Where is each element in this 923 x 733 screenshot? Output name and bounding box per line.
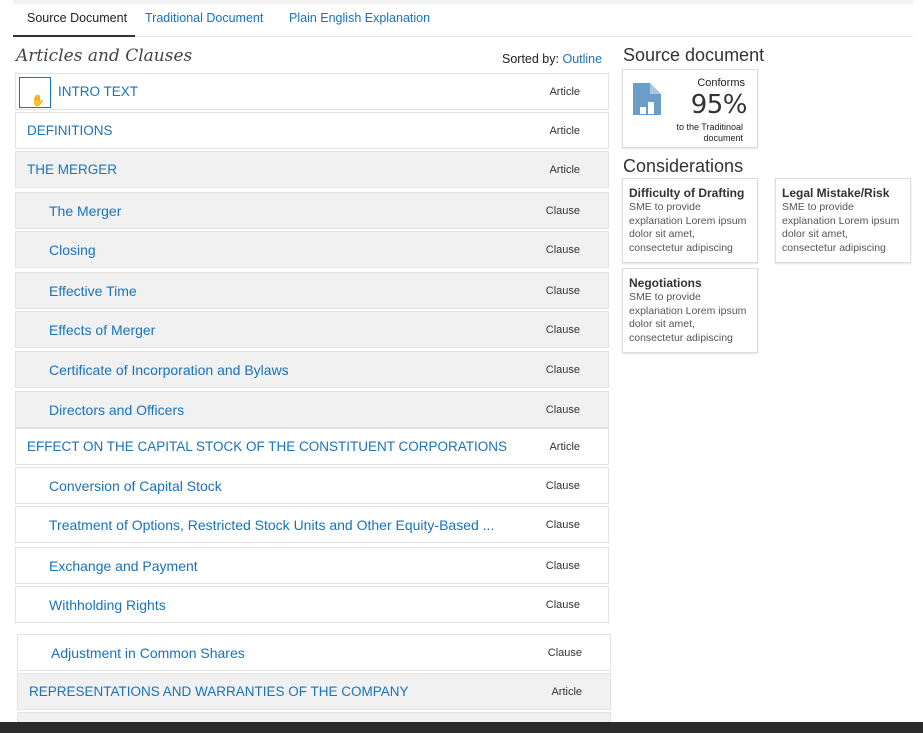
row-type: Clause [545, 403, 580, 416]
consideration-text: SME to provide explanation Lorem ipsum d… [629, 291, 747, 344]
sort-label: Sorted by: [502, 52, 559, 66]
row-label[interactable]: Adjustment in Common Shares [51, 635, 245, 670]
sort-outline-link[interactable]: Outline [562, 52, 602, 66]
conformance-card: Conforms 95% to the Traditinoal document [622, 69, 758, 148]
consideration-title: Negotiations [629, 276, 702, 290]
row-label[interactable]: Conversion of Capital Stock [49, 468, 222, 503]
row-exchange-payment[interactable]: Exchange and Payment Clause [15, 547, 609, 584]
document-chart-icon [633, 83, 661, 115]
row-effect-capital-stock[interactable]: EFFECT ON THE CAPITAL STOCK OF THE CONST… [15, 428, 609, 465]
consideration-text: SME to provide explanation Lorem ipsum d… [782, 201, 900, 254]
conforms-percentage: 95% [690, 90, 748, 120]
row-conversion-capital-stock[interactable]: Conversion of Capital Stock Clause [15, 467, 609, 504]
sort-control: Sorted by: Outline [502, 52, 602, 66]
consideration-card-negotiations: Negotiations SME to provide explanation … [622, 268, 758, 353]
tab-traditional-document[interactable]: Traditional Document [145, 11, 263, 25]
bottom-bar [0, 722, 923, 733]
active-tab-indicator [13, 35, 135, 37]
row-the-merger-clause[interactable]: The Merger Clause [15, 192, 609, 229]
row-treatment-options[interactable]: Treatment of Options, Restricted Stock U… [15, 506, 609, 543]
considerations-title: Considerations [623, 156, 744, 176]
row-definitions[interactable]: DEFINITIONS Article [15, 112, 609, 149]
row-label[interactable]: EFFECT ON THE CAPITAL STOCK OF THE CONST… [27, 429, 507, 464]
consideration-card-drafting: Difficulty of Drafting SME to provide ex… [622, 178, 758, 263]
row-select-checkbox[interactable]: ✋ [19, 77, 51, 108]
row-label[interactable]: Effective Time [49, 273, 137, 308]
row-type: Clause [545, 559, 580, 572]
row-type: Clause [545, 479, 580, 492]
row-directors-officers[interactable]: Directors and Officers Clause [15, 391, 609, 428]
tab-source-document[interactable]: Source Document [27, 11, 127, 25]
row-effective-time[interactable]: Effective Time Clause [15, 272, 609, 309]
row-adjustment-common-shares[interactable]: Adjustment in Common Shares Clause [17, 634, 611, 671]
row-withholding-rights[interactable]: Withholding Rights Clause [15, 586, 609, 623]
row-intro-text[interactable]: ✋ INTRO TEXT Article [15, 73, 609, 110]
row-label[interactable]: DEFINITIONS [27, 113, 113, 148]
hand-cursor-icon: ✋ [31, 95, 45, 107]
row-label[interactable]: The Merger [49, 193, 121, 228]
row-type: Clause [545, 204, 580, 217]
row-closing[interactable]: Closing Clause [15, 231, 609, 268]
row-label[interactable]: Closing [49, 232, 96, 267]
row-label[interactable]: Exchange and Payment [49, 548, 198, 583]
row-certificate-bylaws[interactable]: Certificate of Incorporation and Bylaws … [15, 351, 609, 388]
conforms-subtitle: to the Traditinoal document [676, 122, 743, 143]
row-type: Article [551, 685, 582, 698]
consideration-card-legal-risk: Legal Mistake/Risk SME to provide explan… [775, 178, 911, 263]
consideration-title: Difficulty of Drafting [629, 186, 745, 200]
articles-clauses-title: Articles and Clauses [16, 46, 193, 66]
row-type: Clause [545, 363, 580, 376]
row-type: Article [549, 85, 580, 98]
row-representations-warranties[interactable]: REPRESENTATIONS AND WARRANTIES OF THE CO… [17, 673, 611, 710]
row-label[interactable]: Treatment of Options, Restricted Stock U… [49, 507, 494, 542]
row-type: Clause [545, 598, 580, 611]
row-label[interactable]: REPRESENTATIONS AND WARRANTIES OF THE CO… [29, 674, 409, 709]
row-type: Clause [545, 323, 580, 336]
row-label[interactable]: Directors and Officers [49, 392, 184, 427]
consideration-title: Legal Mistake/Risk [782, 186, 890, 200]
row-effects-of-merger[interactable]: Effects of Merger Clause [15, 311, 609, 348]
conforms-label: Conforms [697, 77, 745, 89]
tab-plain-english[interactable]: Plain English Explanation [289, 11, 430, 25]
row-type: Article [549, 124, 580, 137]
row-label[interactable]: Effects of Merger [49, 312, 155, 347]
row-type: Article [549, 440, 580, 453]
source-document-title: Source document [623, 45, 765, 65]
row-type: Clause [545, 284, 580, 297]
row-label[interactable]: THE MERGER [27, 152, 117, 187]
row-label[interactable]: Certificate of Incorporation and Bylaws [49, 352, 289, 387]
row-the-merger-article[interactable]: THE MERGER Article [15, 151, 609, 188]
consideration-text: SME to provide explanation Lorem ipsum d… [629, 201, 747, 254]
row-type: Clause [545, 518, 580, 531]
row-label[interactable]: INTRO TEXT [58, 74, 138, 109]
row-type: Clause [545, 243, 580, 256]
row-label[interactable]: Withholding Rights [49, 587, 166, 622]
row-type: Clause [547, 646, 582, 659]
row-type: Article [549, 163, 580, 176]
